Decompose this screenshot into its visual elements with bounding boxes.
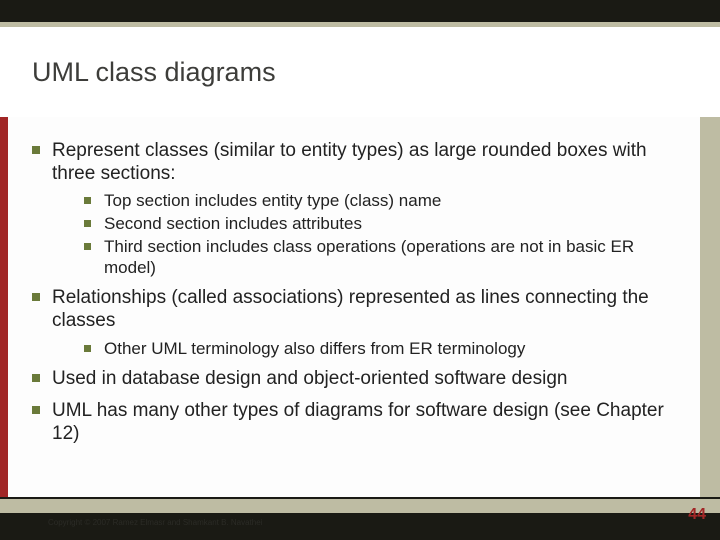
list-item: Other UML terminology also differs from … (104, 339, 676, 360)
footer-band (0, 499, 720, 513)
bullet-list-level2: Top section includes entity type (class)… (52, 191, 676, 278)
bullet-text: Other UML terminology also differs from … (104, 339, 525, 358)
list-item: Second section includes attributes (104, 214, 676, 235)
list-item: Top section includes entity type (class)… (104, 191, 676, 212)
list-item: Represent classes (similar to entity typ… (52, 139, 676, 278)
bullet-text: Second section includes attributes (104, 214, 362, 233)
bullet-text: Top section includes entity type (class)… (104, 191, 441, 210)
bullet-text: UML has many other types of diagrams for… (52, 400, 664, 444)
bullet-text: Third section includes class operations … (104, 237, 634, 277)
page-number: 44 (688, 506, 706, 524)
slide-content: Represent classes (similar to entity typ… (0, 117, 720, 497)
bullet-list-level1: Represent classes (similar to entity typ… (26, 139, 676, 445)
bullet-text: Relationships (called associations) repr… (52, 287, 649, 331)
list-item: UML has many other types of diagrams for… (52, 399, 676, 445)
bullet-text: Represent classes (similar to entity typ… (52, 140, 647, 184)
slide-title: UML class diagrams (32, 57, 276, 88)
copyright-text: Copyright © 2007 Ramez Elmasr and Shamka… (48, 518, 262, 527)
slide-header: UML class diagrams (0, 27, 720, 117)
bullet-text: Used in database design and object-orien… (52, 368, 567, 389)
bullet-list-level2: Other UML terminology also differs from … (52, 339, 676, 360)
list-item: Used in database design and object-orien… (52, 367, 676, 390)
list-item: Relationships (called associations) repr… (52, 286, 676, 359)
list-item: Third section includes class operations … (104, 237, 676, 278)
